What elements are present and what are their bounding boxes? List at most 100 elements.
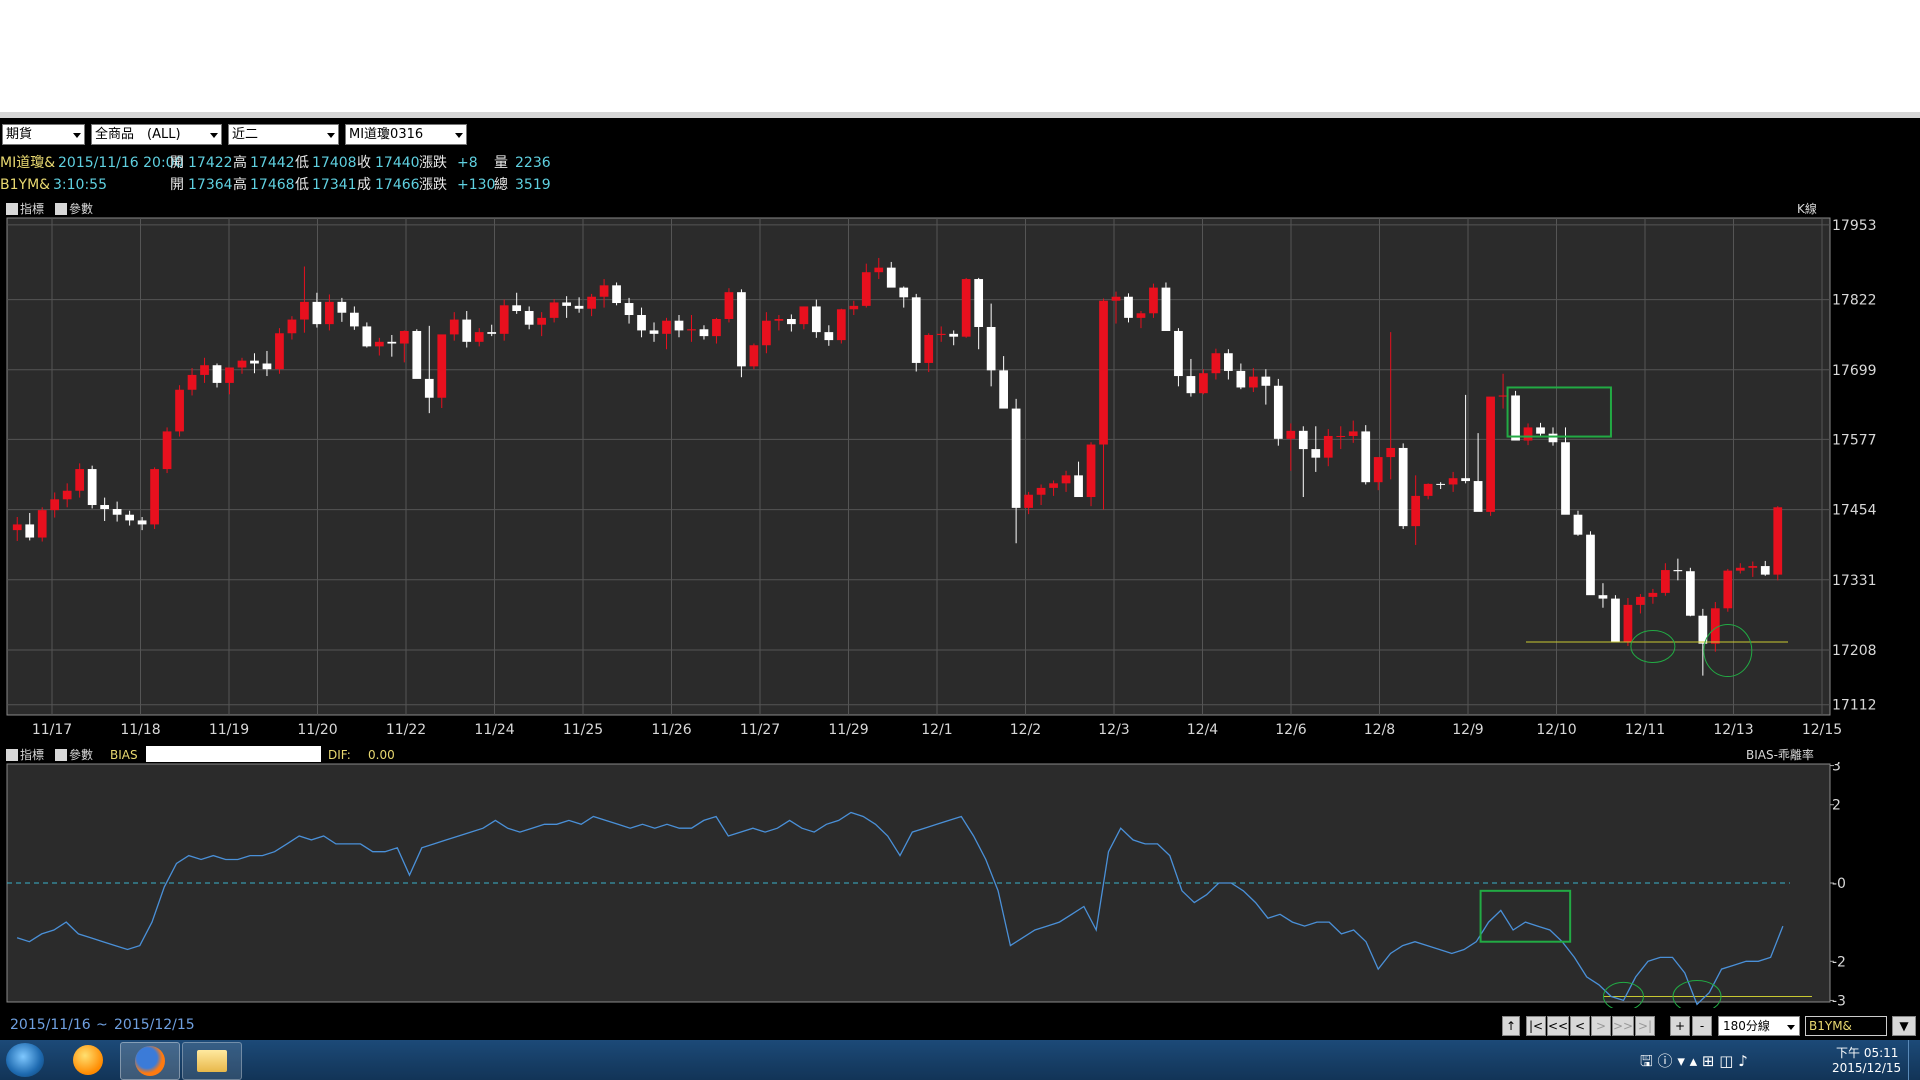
quote2-open-label: 開 [170,177,184,193]
param-icon [55,749,67,761]
product-select-value: 全商品 (ALL) [95,127,181,142]
candle-body [824,332,834,341]
quote1-change: +8 [457,155,478,171]
candle-body [1136,313,1146,318]
symbol-input[interactable]: B1YM& [1805,1016,1887,1036]
candle-body [387,341,397,344]
month-select[interactable]: 近二 [228,124,339,145]
last-page-button[interactable]: >| [1635,1016,1655,1036]
contract-select[interactable]: MI道瓊0316 [345,124,467,145]
candle-body [1448,478,1458,485]
candle-body [1548,433,1558,443]
candle-body [1336,435,1346,437]
y-tick-label: 17577 [1832,432,1877,448]
candle-body [1398,447,1408,527]
candle-body [786,318,796,325]
candle-body [737,292,746,367]
x-tick-label: 11/29 [828,722,868,738]
candle-body [1461,478,1470,482]
show-desktop-button[interactable] [1908,1040,1920,1080]
candle-body [75,469,85,491]
candle-body [762,320,771,346]
candle-body [624,303,634,316]
sub-param-button[interactable]: 參數 [55,748,93,762]
candle-body [986,326,996,371]
main-param-label: 參數 [69,202,94,216]
x-tick-label: 11/18 [120,722,160,738]
candle-body [1174,330,1183,377]
quote1-name: MI道瓊& [0,155,56,171]
quote1-volume: 2236 [515,155,551,171]
candle-body [961,279,971,337]
candle-body [1636,596,1645,605]
candle-body [225,367,234,383]
candle-body [1311,449,1321,458]
date-separator: ~ [96,1017,108,1033]
candle-body [1124,296,1133,318]
chevron-down-icon [327,133,335,138]
scroll-down-button[interactable]: ▼ [1892,1016,1916,1036]
candle-body [137,520,147,525]
candle-body [899,287,909,298]
first-page-button[interactable]: |< [1526,1016,1546,1036]
quote2-volume-label: 總 [494,177,508,193]
step-back-button[interactable]: < [1570,1016,1590,1036]
main-panel-type-label: K線 [1797,202,1817,216]
indicator-value-field[interactable] [146,746,321,762]
candle-body [474,332,484,342]
indicator-icon [6,203,18,215]
candlestick-chart[interactable]: 17953 17822 17699 17577 17454 17331 17208 17112… [0,216,1920,740]
y-tick-label: 17699 [1832,363,1877,379]
quote2-close-label: 成 [357,177,371,193]
sub-indicator-button[interactable]: 指標 [6,748,44,762]
candle-body [1186,376,1196,394]
x-tick-label: 12/11 [1625,722,1665,738]
step-forward-button[interactable]: > [1591,1016,1611,1036]
candle-body [949,333,959,337]
market-select[interactable]: 期貨 [2,124,85,145]
candle-body [37,510,47,538]
candle-body [262,363,272,370]
candle-body [637,315,646,331]
param-icon [55,203,67,215]
candle-body [187,374,197,390]
x-tick-label: 12/1 [921,722,952,738]
candle-body [537,317,547,325]
x-tick-label: 11/25 [563,722,603,738]
bias-chart[interactable]: 3 2 -0 -2 -3 [0,762,1920,1008]
taskbar-app-firefox[interactable] [120,1042,180,1080]
main-indicator-button[interactable]: 指標 [6,202,44,216]
quote2-high: 17468 [250,177,295,193]
candle-body [1074,475,1083,498]
candle-body [1661,570,1670,593]
zoom-out-button[interactable]: - [1692,1016,1712,1036]
y-tick-label: 17454 [1832,503,1877,519]
candle-body [1086,444,1096,498]
candle-body [487,332,497,334]
period-select[interactable]: 180分線 [1718,1016,1800,1036]
scroll-up-button[interactable]: ↑ [1502,1016,1520,1036]
quote1-close: 17440 [375,155,420,171]
zoom-in-button[interactable]: + [1670,1016,1690,1036]
quote1-close-label: 收 [357,155,371,171]
page-forward-button[interactable]: >> [1612,1016,1634,1036]
product-select[interactable]: 全商品 (ALL) [91,124,222,145]
main-param-button[interactable]: 參數 [55,202,93,216]
taskbar-app-explorer[interactable] [182,1042,242,1080]
candle-body [1486,396,1495,512]
y-tick-label: 17208 [1832,643,1877,659]
date-to: 2015/12/15 [114,1017,195,1033]
candle-body [1273,385,1283,439]
candle-body [1099,300,1108,445]
candle-body [799,306,809,325]
dif-label: DIF: [328,748,351,762]
candle-body [25,524,35,538]
x-tick-label: 12/8 [1364,722,1395,738]
sub-panel-type-label: BIAS-乖離率 [1746,748,1814,762]
candle-body [337,301,347,313]
taskbar-app-messenger[interactable] [59,1042,117,1078]
start-button-icon[interactable] [6,1043,44,1077]
page-back-button[interactable]: << [1547,1016,1569,1036]
period-select-value: 180分線 [1723,1019,1770,1033]
x-tick-label: 12/6 [1275,722,1307,738]
